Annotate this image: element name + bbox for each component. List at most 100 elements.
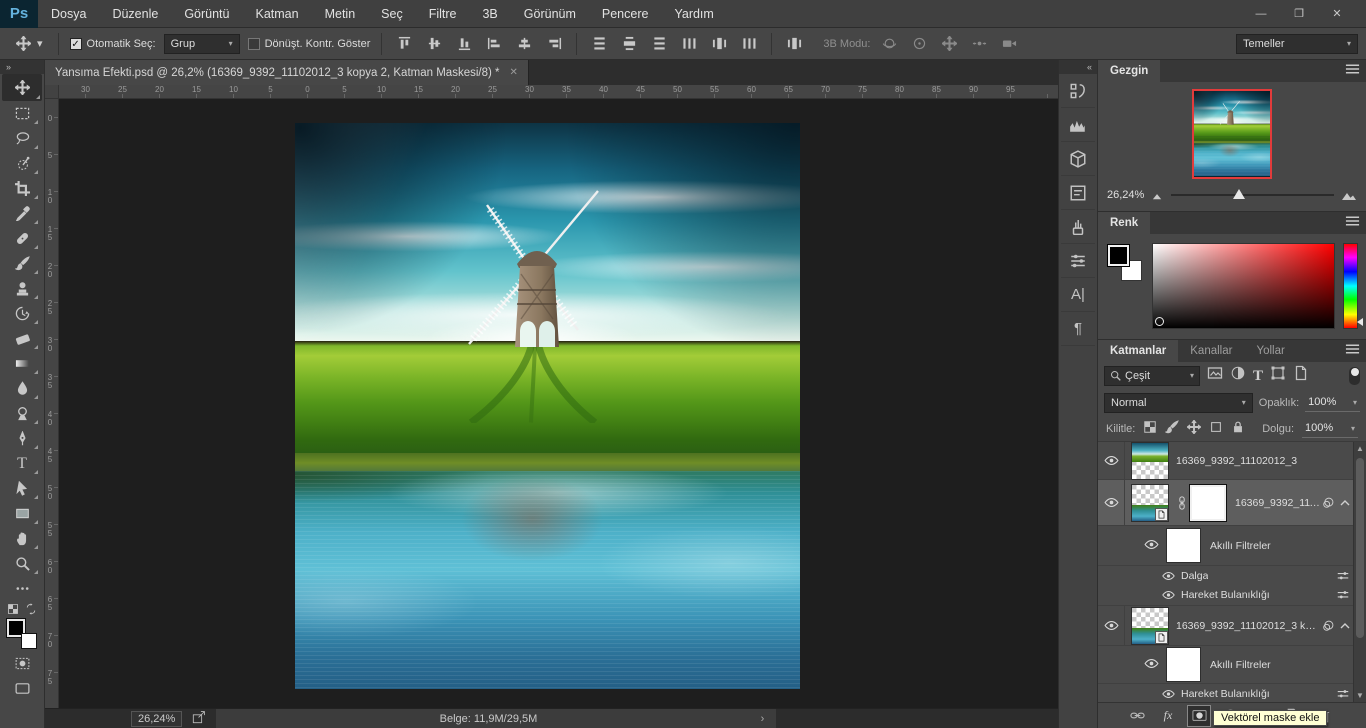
scroll-down-icon[interactable]: ▼ xyxy=(1354,691,1366,700)
smart-filters-row[interactable]: Akıllı Filtreler xyxy=(1098,526,1366,566)
histogram-panel-icon[interactable] xyxy=(1061,108,1095,142)
tab-close-icon[interactable]: ✕ xyxy=(509,67,517,78)
scrollbar-thumb[interactable] xyxy=(1356,458,1364,638)
filter-row[interactable]: Hareket Bulanıklığı xyxy=(1098,684,1366,702)
panel-menu-icon[interactable] xyxy=(1345,342,1360,360)
tool-rectangular-marquee[interactable] xyxy=(4,101,40,126)
filter-pixel-layers-icon[interactable] xyxy=(1207,365,1223,386)
tool-brush[interactable] xyxy=(4,251,40,276)
collapse-dock-button[interactable]: « xyxy=(1059,60,1097,74)
workspace-dropdown[interactable]: Temeller ▾ xyxy=(1236,33,1358,54)
filter-blending-options-icon[interactable] xyxy=(1336,687,1350,701)
layer-thumbnail[interactable] xyxy=(1131,442,1169,480)
menu-katman[interactable]: Katman xyxy=(242,0,311,28)
tab-kanallar[interactable]: Kanallar xyxy=(1178,340,1244,362)
visibility-eye-icon[interactable] xyxy=(1162,689,1175,699)
auto-select-target-dropdown[interactable]: Grup ▾ xyxy=(163,33,240,54)
menu-dosya[interactable]: Dosya xyxy=(38,0,99,28)
smart-filter-icon[interactable] xyxy=(1321,496,1335,510)
distribute-right-edges-icon[interactable] xyxy=(738,33,760,55)
background-color-swatch[interactable] xyxy=(21,633,37,649)
filter-name[interactable]: Hareket Bulanıklığı xyxy=(1181,688,1270,700)
align-horizontal-centers-icon[interactable] xyxy=(513,33,535,55)
fill-dropdown[interactable]: 100% ▾ xyxy=(1302,420,1358,438)
smart-filters-row[interactable]: Akıllı Filtreler xyxy=(1098,646,1366,684)
filter-shape-layers-icon[interactable] xyxy=(1270,365,1286,386)
distribute-spacing-icon[interactable] xyxy=(783,33,805,55)
tool-quick-selection[interactable] xyxy=(4,151,40,176)
layers-scrollbar[interactable]: ▲ ▼ xyxy=(1353,442,1366,702)
align-left-edges-icon[interactable] xyxy=(483,33,505,55)
layer-row-selected[interactable]: 16369_9392_11102... xyxy=(1098,480,1366,526)
color-field-cursor[interactable] xyxy=(1155,317,1164,326)
document-info[interactable]: Belge: 11,9M/29,5M › xyxy=(216,708,777,728)
smart-filter-mask-thumbnail[interactable] xyxy=(1166,528,1201,563)
tool-lasso[interactable] xyxy=(4,126,40,151)
menu-metin[interactable]: Metin xyxy=(312,0,369,28)
lock-transparency-icon[interactable] xyxy=(1143,420,1157,437)
filter-row[interactable]: Dalga xyxy=(1098,566,1366,585)
minimize-button[interactable]: — xyxy=(1242,0,1280,28)
default-colors-icon[interactable] xyxy=(7,603,19,615)
smart-object-thumbnail[interactable] xyxy=(1131,483,1169,522)
layer-row[interactable]: 16369_9392_11102012_3 xyxy=(1098,442,1366,480)
tool-eyedropper[interactable] xyxy=(4,201,40,226)
filter-adjustment-layers-icon[interactable] xyxy=(1230,365,1246,386)
tool-blur[interactable] xyxy=(4,376,40,401)
tab-katmanlar[interactable]: Katmanlar xyxy=(1098,340,1179,362)
align-right-edges-icon[interactable] xyxy=(543,33,565,55)
smart-object-thumbnail[interactable] xyxy=(1131,606,1169,645)
hue-slider[interactable] xyxy=(1343,243,1363,329)
visibility-eye-icon[interactable] xyxy=(1162,590,1175,600)
canvas-area[interactable] xyxy=(59,99,1058,708)
blend-mode-dropdown[interactable]: Normal ▾ xyxy=(1104,392,1253,413)
tool-pen[interactable] xyxy=(4,426,40,451)
smart-filter-mask-thumbnail[interactable] xyxy=(1166,647,1201,682)
layer-name[interactable]: 16369_9392_11102012_3 xyxy=(1176,455,1297,467)
lock-paint-icon[interactable] xyxy=(1165,420,1179,437)
mask-link-icon[interactable] xyxy=(1176,496,1188,510)
collapse-chevron-icon[interactable] xyxy=(1340,500,1350,506)
lock-position-icon[interactable] xyxy=(1187,420,1201,437)
horizontal-ruler[interactable]: 30 25 20 15 10 5 0 5 10 15 20 25 30 35 40 45 50 55 60 65 70 7… xyxy=(59,85,1058,99)
opacity-dropdown[interactable]: 100% ▾ xyxy=(1305,394,1360,412)
layer-name[interactable]: 16369_9392_11102012_3 kopya xyxy=(1176,620,1321,632)
filter-blending-options-icon[interactable] xyxy=(1336,588,1350,602)
tab-yollar[interactable]: Yollar xyxy=(1244,340,1296,362)
zoom-out-icon[interactable] xyxy=(1151,189,1164,202)
smart-filters-label[interactable]: Akıllı Filtreler xyxy=(1210,659,1271,671)
distribute-bottom-edges-icon[interactable] xyxy=(648,33,670,55)
share-export-icon[interactable] xyxy=(192,710,206,727)
visibility-eye-icon[interactable] xyxy=(1098,480,1125,525)
paragraph-panel-icon[interactable]: ¶ xyxy=(1061,312,1095,346)
3d-orbit-icon[interactable] xyxy=(878,33,900,55)
3d-camera-icon[interactable] xyxy=(998,33,1020,55)
filter-blending-options-icon[interactable] xyxy=(1336,569,1350,583)
filter-type-layers-icon[interactable]: T xyxy=(1253,367,1263,385)
visibility-eye-icon[interactable] xyxy=(1098,606,1125,645)
foreground-background-colors[interactable] xyxy=(7,619,37,649)
slider-thumb[interactable] xyxy=(1233,189,1246,199)
tool-preset-picker[interactable]: ▾ xyxy=(8,31,47,57)
filter-row[interactable]: Hareket Bulanıklığı xyxy=(1098,585,1366,606)
tool-dodge[interactable] xyxy=(4,401,40,426)
layer-style-fx-icon[interactable]: fx xyxy=(1157,706,1179,726)
panel-menu-icon[interactable] xyxy=(1345,214,1360,232)
swap-colors-icon[interactable] xyxy=(25,603,37,615)
menu-yardim[interactable]: Yardım xyxy=(661,0,726,28)
visibility-eye-icon[interactable] xyxy=(1162,571,1175,581)
visibility-eye-icon[interactable] xyxy=(1144,658,1159,672)
3d-roll-icon[interactable] xyxy=(908,33,930,55)
collapse-chevron-icon[interactable] xyxy=(1340,623,1350,629)
menu-duzenle[interactable]: Düzenle xyxy=(99,0,171,28)
status-chevron-icon[interactable]: › xyxy=(761,713,765,725)
menu-3b[interactable]: 3B xyxy=(469,0,510,28)
distribute-left-edges-icon[interactable] xyxy=(678,33,700,55)
distribute-top-edges-icon[interactable] xyxy=(588,33,610,55)
align-top-edges-icon[interactable] xyxy=(393,33,415,55)
3d-pan-icon[interactable] xyxy=(938,33,960,55)
navigator-thumbnail[interactable] xyxy=(1192,89,1272,179)
smart-filters-label[interactable]: Akıllı Filtreler xyxy=(1210,540,1271,552)
menu-pencere[interactable]: Pencere xyxy=(589,0,662,28)
vertical-ruler[interactable]: 0 5 10 15 20 25 30 35 40 45 50 55 60 65 70 75 xyxy=(45,99,59,708)
